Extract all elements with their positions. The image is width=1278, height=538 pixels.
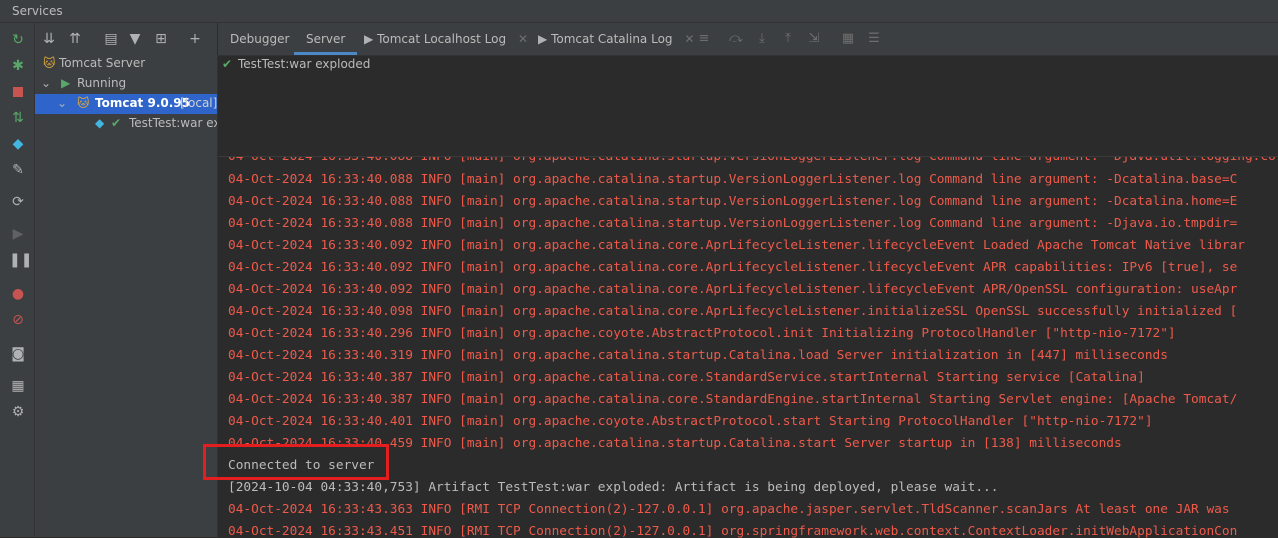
deploy-status-text: TestTest:war exploded bbox=[238, 57, 371, 71]
menu-icon[interactable]: ≡ bbox=[696, 31, 712, 47]
tree-toolbar: ⇊ ⇈ ▤ ▼ ⊞ + bbox=[35, 23, 217, 55]
log-line: 04-Oct-2024 16:33:40.092 INFO [main] org… bbox=[228, 260, 1238, 275]
filter-icon[interactable]: ▼ bbox=[126, 30, 144, 48]
window-title: Services bbox=[12, 4, 63, 18]
refresh-icon[interactable]: ⟳ bbox=[9, 193, 27, 211]
console-icon: ▶ bbox=[364, 32, 374, 46]
rerun-icon[interactable]: ↻ bbox=[9, 31, 27, 49]
settings-wrench-icon[interactable]: ✎ bbox=[9, 161, 27, 179]
deploy-status-panel: ✔ TestTest:war exploded bbox=[218, 56, 1278, 156]
tab-server[interactable]: Server bbox=[294, 23, 358, 55]
close-icon[interactable]: ✕ bbox=[518, 32, 528, 46]
tree-label-tomcat-server: Tomcat Server bbox=[59, 56, 146, 70]
window-title-bar: Services bbox=[0, 0, 1278, 23]
trace-icon[interactable]: ☰ bbox=[866, 31, 882, 47]
log-line: 04-Oct-2024 16:33:40.387 INFO [main] org… bbox=[228, 370, 1145, 385]
artifact-icon: ◆ bbox=[95, 116, 105, 130]
log-line: 04-Oct-2024 16:33:40.387 INFO [main] org… bbox=[228, 392, 1238, 407]
tomcat-icon: 🐱 bbox=[43, 56, 56, 70]
run-icon: ▶ bbox=[61, 76, 71, 90]
tab-bar: Debugger Server ▶ Tomcat Localhost Log ✕… bbox=[218, 23, 1278, 56]
new-tab-icon[interactable]: ⊞ bbox=[152, 30, 170, 48]
expand-all-icon[interactable]: ⇊ bbox=[40, 30, 58, 48]
log-line: 04-Oct-2024 16:33:43.363 INFO [RMI TCP C… bbox=[228, 502, 1230, 517]
gear-icon[interactable]: ⚙ bbox=[9, 403, 27, 421]
log-line: 04-Oct-2024 16:33:40.088 INFO [main] org… bbox=[228, 216, 1238, 231]
evaluate-icon[interactable]: ▦ bbox=[840, 31, 856, 47]
resume-icon[interactable]: ▶ bbox=[9, 225, 27, 243]
tree-label-artifact: TestTest:war exp bbox=[129, 116, 217, 130]
mute-breakpoints-icon[interactable]: ⊘ bbox=[9, 311, 27, 329]
artifact-icon[interactable]: ◆ bbox=[9, 135, 27, 153]
stop-icon[interactable] bbox=[9, 83, 27, 101]
tree-item-tomcat-server[interactable]: 🐱 Tomcat Server bbox=[35, 54, 217, 74]
tree-item-running[interactable]: ⌄ ▶ Running bbox=[35, 74, 217, 94]
close-icon[interactable]: ✕ bbox=[684, 32, 694, 46]
update-app-icon[interactable]: ✱ bbox=[9, 57, 27, 75]
log-line: 04-Oct-2024 16:33:40.088 INFO [main] org… bbox=[228, 172, 1238, 187]
tree-item-artifact[interactable]: ◆ ✔ TestTest:war exp bbox=[35, 114, 217, 134]
tab-debugger[interactable]: Debugger bbox=[230, 23, 289, 55]
chevron-down-icon: ⌄ bbox=[57, 96, 68, 110]
pause-icon[interactable]: ❚❚ bbox=[9, 251, 32, 269]
tree-label-running: Running bbox=[77, 76, 127, 90]
log-line: 04-Oct-2024 16:33:40.092 INFO [main] org… bbox=[228, 238, 1245, 253]
log-line: 04-Oct-2024 16:33:40.098 INFO [main] org… bbox=[228, 304, 1238, 319]
run-to-cursor-icon[interactable]: ⇲ bbox=[806, 31, 822, 47]
log-line: 04-Oct-2024 16:33:40.088 INFO [main] org… bbox=[228, 194, 1238, 209]
log-line: 04-Oct-2024 16:33:40.088 INFO [main] org… bbox=[228, 156, 1276, 164]
collapse-all-icon[interactable]: ⇈ bbox=[66, 30, 84, 48]
log-line: 04-Oct-2024 16:33:40.296 INFO [main] org… bbox=[228, 326, 1176, 341]
breakpoints-icon[interactable]: ● bbox=[9, 285, 27, 303]
tree-label-server-name: Tomcat 9.0.95 bbox=[95, 96, 190, 110]
tab-tomcat-localhost-log[interactable]: ▶ Tomcat Localhost Log ✕ bbox=[364, 23, 528, 55]
check-icon: ✔ bbox=[222, 57, 233, 71]
console-output[interactable]: 04-Oct-2024 16:33:40.088 INFO [main] org… bbox=[218, 156, 1278, 538]
chevron-down-icon: ⌄ bbox=[41, 76, 52, 90]
tab-tomcat-catalina-log[interactable]: ▶ Tomcat Catalina Log ✕ bbox=[538, 23, 694, 55]
log-line: 04-Oct-2024 16:33:40.401 INFO [main] org… bbox=[228, 414, 1153, 429]
tomcat-icon: 🐱 bbox=[77, 96, 90, 110]
log-line: 04-Oct-2024 16:33:40.319 INFO [main] org… bbox=[228, 348, 1168, 363]
layout-icon[interactable]: ▦ bbox=[9, 377, 27, 395]
tree-label-server-tag: [local] bbox=[180, 96, 217, 110]
group-by-icon[interactable]: ▤ bbox=[102, 30, 120, 48]
step-out-icon[interactable]: ⤒ bbox=[780, 31, 796, 47]
deploy-icon[interactable]: ⇅ bbox=[9, 109, 27, 127]
add-icon[interactable]: + bbox=[186, 30, 204, 48]
artifact-deploy-line: [2024-10-04 04:33:40,753] Artifact TestT… bbox=[228, 480, 999, 495]
step-over-icon[interactable]: ⤼ bbox=[728, 31, 744, 47]
left-toolbar: ↻ ✱ ⇅ ◆ ✎ ⟳ ▶ ❚❚ ● ⊘ ◙ ▦ ⚙ bbox=[0, 23, 35, 537]
highlight-box bbox=[203, 444, 389, 480]
log-line: 04-Oct-2024 16:33:43.451 INFO [RMI TCP C… bbox=[228, 524, 1238, 538]
log-line: 04-Oct-2024 16:33:40.092 INFO [main] org… bbox=[228, 282, 1238, 297]
console-icon: ▶ bbox=[538, 32, 548, 46]
tree-item-tomcat-instance[interactable]: ⌄ 🐱 Tomcat 9.0.95 [local] bbox=[35, 94, 217, 114]
services-tree: 🐱 Tomcat Server ⌄ ▶ Running ⌄ 🐱 Tomcat 9… bbox=[35, 55, 218, 537]
step-into-icon[interactable]: ⤓ bbox=[754, 31, 770, 47]
check-icon: ✔ bbox=[111, 116, 122, 130]
camera-icon[interactable]: ◙ bbox=[9, 345, 27, 363]
